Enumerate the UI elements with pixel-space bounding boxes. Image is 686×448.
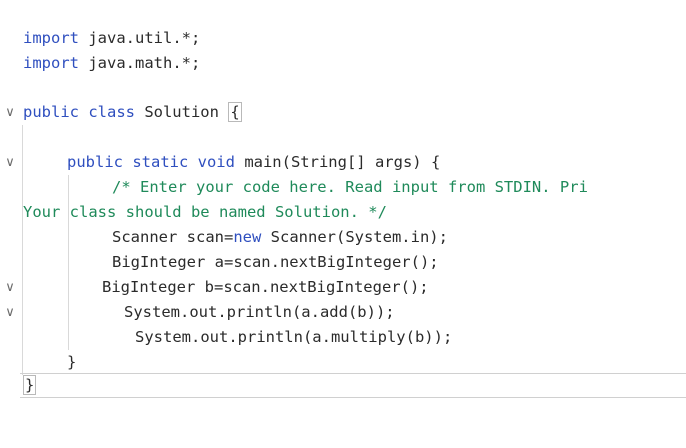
comment: Your class should be named Solution. */ [23, 203, 387, 221]
code-text: System.out.println(a.multiply(b)); [135, 328, 453, 346]
keyword: import [23, 54, 79, 72]
keyword: import [23, 29, 79, 47]
chevron-down-icon[interactable]: ∨ [2, 100, 18, 125]
chevron-down-icon[interactable]: ∨ [2, 275, 18, 300]
code-line-10[interactable]: ∨ System.out.println(a.add(b)); [0, 300, 686, 325]
matching-bracket: { [228, 102, 242, 122]
code-line-6[interactable]: Your class should be named Solution. */ [0, 200, 686, 225]
keyword: public static void [67, 153, 235, 171]
code-text: Scanner(System.in); [261, 228, 448, 246]
code-text: Scanner scan= [112, 228, 234, 246]
code-editor[interactable]: import java.util.*; import java.math.*; … [0, 0, 686, 427]
code-line-13[interactable]: } [0, 373, 686, 398]
code-text: java.math.*; [79, 54, 201, 72]
code-line-1[interactable]: import java.util.*; [0, 26, 686, 51]
code-line-4[interactable]: ∨ public static void main(String[] args)… [0, 150, 686, 175]
code-line-5[interactable]: /* Enter your code here. Read input from… [0, 175, 686, 200]
code-text: main(String[] args) { [234, 153, 441, 171]
code-text: System.out.println(a.add(b)); [124, 303, 395, 321]
code-line-12[interactable]: } [0, 350, 686, 375]
code-text: java.util.*; [79, 29, 201, 47]
code-line-2[interactable]: import java.math.*; [0, 51, 686, 76]
chevron-down-icon[interactable]: ∨ [2, 300, 18, 325]
code-text: BigInteger b=scan.nextBigInteger(); [102, 278, 429, 296]
code-line-3[interactable]: ∨ public class Solution { [0, 100, 686, 125]
comment: /* Enter your code here. Read input from… [112, 178, 588, 196]
code-line-7[interactable]: Scanner scan=new Scanner(System.in); [0, 225, 686, 250]
code-line-9[interactable]: ∨ BigInteger b=scan.nextBigInteger(); [0, 275, 686, 300]
keyword: new [233, 228, 262, 246]
chevron-down-icon[interactable]: ∨ [2, 150, 18, 175]
keyword: public class [23, 103, 135, 121]
class-name: Solution [134, 103, 229, 121]
code-line-8[interactable]: BigInteger a=scan.nextBigInteger(); [0, 250, 686, 275]
matching-bracket: } [23, 375, 37, 395]
code-text: BigInteger a=scan.nextBigInteger(); [112, 253, 439, 271]
code-line-11[interactable]: System.out.println(a.multiply(b)); [0, 325, 686, 350]
closing-brace: } [67, 353, 77, 371]
